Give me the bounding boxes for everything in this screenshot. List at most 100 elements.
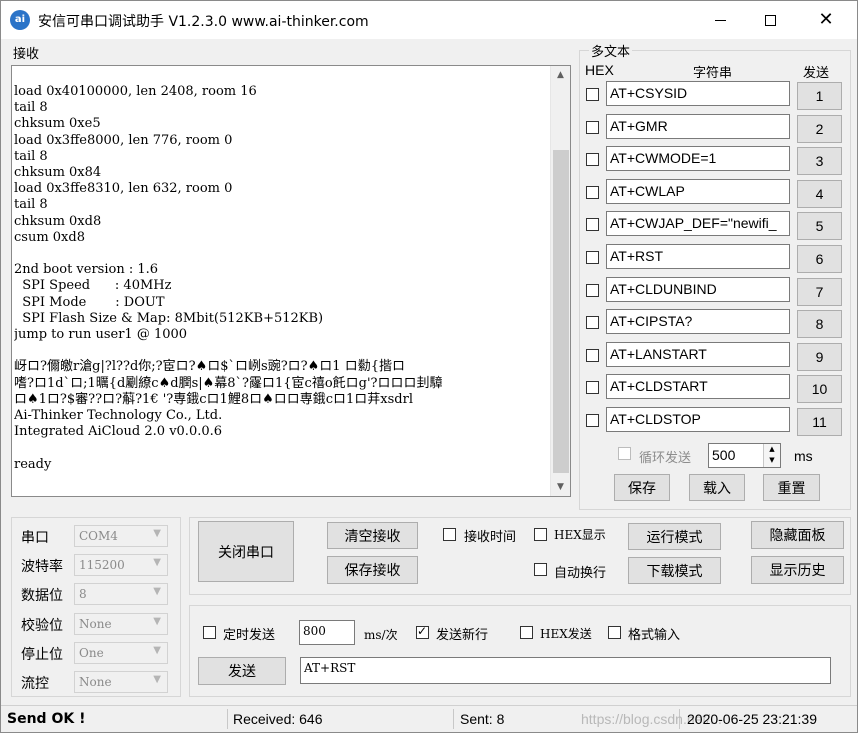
multi-send-button[interactable]: 1 bbox=[797, 82, 842, 110]
port-field-value: None bbox=[79, 675, 112, 689]
send-text-input[interactable]: AT+RST bbox=[300, 657, 831, 684]
hex-send-checkbox[interactable] bbox=[520, 626, 533, 639]
ai-thinker-logo-icon: ai bbox=[10, 10, 30, 30]
auto-wrap-label: 自动换行 bbox=[554, 566, 607, 581]
scroll-thumb[interactable] bbox=[553, 150, 569, 473]
maximize-icon bbox=[764, 14, 776, 26]
save-receive-button[interactable]: 保存接收 bbox=[327, 556, 418, 584]
hex-row-checkbox[interactable] bbox=[586, 251, 599, 264]
multi-send-button[interactable]: 6 bbox=[797, 245, 842, 273]
chevron-down-icon[interactable]: ▼ bbox=[153, 528, 161, 539]
save-multi-button[interactable]: 保存 bbox=[614, 474, 670, 501]
multi-text-input[interactable]: AT+CWLAP bbox=[606, 178, 790, 204]
port-field-value: None bbox=[79, 616, 112, 631]
loop-send-checkbox[interactable] bbox=[618, 447, 631, 460]
scroll-down-icon[interactable]: ▼ bbox=[551, 478, 570, 496]
maximize-button[interactable] bbox=[747, 1, 793, 39]
port-field-label: 串口 bbox=[21, 530, 49, 546]
receive-textarea[interactable]: load 0x40100000, len 2408, room 16 tail … bbox=[11, 65, 571, 497]
receive-content[interactable]: load 0x40100000, len 2408, room 16 tail … bbox=[14, 84, 546, 494]
minimize-button[interactable] bbox=[697, 1, 743, 39]
port-field-label: 数据位 bbox=[21, 588, 63, 605]
receive-time-checkbox[interactable] bbox=[443, 528, 456, 541]
multi-send-button[interactable]: 7 bbox=[797, 277, 842, 306]
load-multi-button[interactable]: 载入 bbox=[689, 474, 745, 501]
timed-send-checkbox[interactable] bbox=[203, 626, 216, 639]
port-field-select[interactable]: 115200 ▼ bbox=[74, 554, 168, 577]
multi-send-button[interactable]: 3 bbox=[797, 147, 842, 176]
close-port-button[interactable]: 关闭串口 bbox=[198, 521, 294, 582]
multi-text-input[interactable]: AT+CWMODE=1 bbox=[606, 146, 790, 172]
port-field-value: 115200 bbox=[79, 558, 125, 573]
multi-text-input[interactable]: AT+LANSTART bbox=[606, 341, 790, 367]
datetime-status: 2020-06-25 23:21:39 bbox=[687, 711, 817, 727]
format-input-checkbox[interactable] bbox=[608, 626, 621, 639]
close-button[interactable]: ✕ bbox=[803, 1, 849, 39]
multi-send-button[interactable]: 4 bbox=[797, 179, 842, 208]
multi-send-button[interactable]: 5 bbox=[797, 212, 842, 241]
clear-receive-button[interactable]: 清空接收 bbox=[327, 522, 418, 549]
multi-send-button[interactable]: 9 bbox=[797, 342, 842, 371]
send-column-header: 发送 bbox=[803, 66, 830, 81]
port-field-select[interactable]: 8 ▼ bbox=[74, 583, 168, 606]
app-window: ai 安信可串口调试助手 V1.2.3.0 www.ai-thinker.com… bbox=[0, 0, 858, 733]
multi-text-input[interactable]: AT+GMR bbox=[606, 113, 790, 139]
multi-send-button[interactable]: 10 bbox=[797, 375, 842, 404]
send-button[interactable]: 发送 bbox=[198, 657, 286, 685]
hex-display-checkbox[interactable] bbox=[534, 528, 547, 541]
send-newline-label: 发送新行 bbox=[436, 628, 489, 643]
hex-row-checkbox[interactable] bbox=[586, 283, 599, 297]
download-mode-button[interactable]: 下载模式 bbox=[628, 557, 721, 584]
chevron-down-icon[interactable]: ▼ bbox=[153, 586, 161, 597]
loop-interval-spinner[interactable]: ▲ ▼ bbox=[763, 444, 780, 467]
hex-row-checkbox[interactable] bbox=[586, 153, 599, 167]
multi-send-button[interactable]: 2 bbox=[797, 114, 842, 143]
port-field-label: 停止位 bbox=[21, 646, 63, 663]
send-ok-status: Send OK ! bbox=[7, 711, 86, 727]
hex-row-checkbox[interactable] bbox=[586, 120, 599, 134]
hex-row-checkbox[interactable] bbox=[586, 185, 599, 199]
hex-row-checkbox[interactable] bbox=[586, 218, 599, 232]
hex-row-checkbox[interactable] bbox=[586, 381, 599, 395]
status-divider bbox=[453, 709, 454, 729]
loop-unit-label: ms bbox=[794, 448, 813, 464]
multi-text-input[interactable]: AT+CSYSID bbox=[606, 81, 790, 106]
port-field-select[interactable]: COM4 ▼ bbox=[74, 525, 168, 547]
receive-scrollbar[interactable]: ▲ ▼ bbox=[550, 66, 570, 496]
multi-text-input[interactable]: AT+CLDSTART bbox=[606, 374, 790, 400]
hex-row-checkbox[interactable] bbox=[586, 316, 599, 330]
multi-text-input[interactable]: AT+CLDSTOP bbox=[606, 407, 790, 432]
multi-text-input[interactable]: AT+CWJAP_DEF="newifi_ bbox=[606, 211, 790, 237]
receive-time-label: 接收时间 bbox=[464, 530, 517, 545]
multi-send-button[interactable]: 8 bbox=[797, 310, 842, 339]
port-field-select[interactable]: None ▼ bbox=[74, 612, 168, 635]
timed-send-label: 定时发送 bbox=[223, 628, 276, 643]
string-column-header: 字符串 bbox=[693, 66, 733, 81]
spin-up-icon[interactable]: ▲ bbox=[764, 444, 780, 455]
timed-interval-input[interactable]: 800 bbox=[299, 620, 355, 645]
scroll-up-icon[interactable]: ▲ bbox=[551, 66, 570, 84]
spin-down-icon[interactable]: ▼ bbox=[764, 455, 780, 466]
status-divider bbox=[227, 709, 228, 729]
hex-row-checkbox[interactable] bbox=[586, 88, 599, 101]
chevron-down-icon[interactable]: ▼ bbox=[153, 557, 161, 568]
port-field-label: 波特率 bbox=[21, 559, 63, 576]
chevron-down-icon[interactable]: ▼ bbox=[153, 674, 161, 685]
chevron-down-icon[interactable]: ▼ bbox=[153, 616, 161, 627]
hide-panel-button[interactable]: 隐藏面板 bbox=[751, 521, 844, 549]
show-history-button[interactable]: 显示历史 bbox=[751, 556, 844, 584]
reset-multi-button[interactable]: 重置 bbox=[763, 474, 820, 501]
chevron-down-icon[interactable]: ▼ bbox=[153, 645, 161, 656]
port-field-select[interactable]: None ▼ bbox=[74, 671, 168, 693]
port-field-select[interactable]: One ▼ bbox=[74, 641, 168, 664]
hex-row-checkbox[interactable] bbox=[586, 414, 599, 427]
multi-text-input[interactable]: AT+CIPSTA? bbox=[606, 309, 790, 335]
title-bar[interactable]: ai 安信可串口调试助手 V1.2.3.0 www.ai-thinker.com… bbox=[1, 1, 857, 39]
auto-wrap-checkbox[interactable] bbox=[534, 563, 547, 576]
run-mode-button[interactable]: 运行模式 bbox=[628, 523, 721, 550]
multi-text-input[interactable]: AT+RST bbox=[606, 244, 790, 269]
hex-row-checkbox[interactable] bbox=[586, 348, 599, 362]
multi-send-button[interactable]: 11 bbox=[797, 408, 842, 436]
multi-text-input[interactable]: AT+CLDUNBIND bbox=[606, 276, 790, 302]
send-newline-checkbox[interactable] bbox=[416, 624, 429, 639]
